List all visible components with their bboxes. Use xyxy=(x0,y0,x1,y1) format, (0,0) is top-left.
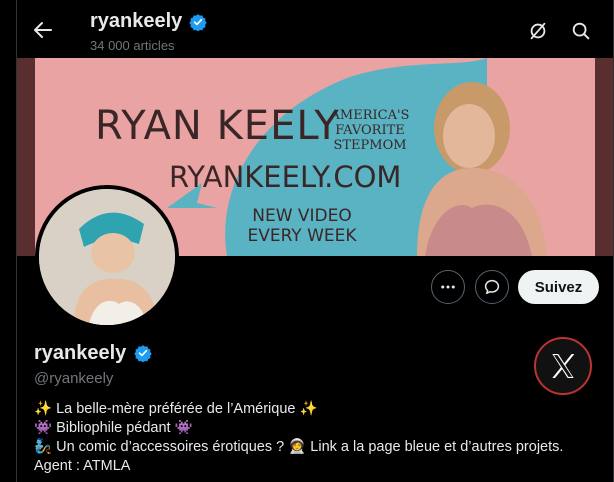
bio-agent: Agent : ATMLA xyxy=(34,458,131,474)
message-button[interactable] xyxy=(475,270,509,304)
profile-page: ryankeely 34 000 articles RYAN KEELY AME… xyxy=(16,0,614,482)
banner-promo: NEW VIDEO EVERY WEEK xyxy=(247,206,357,246)
profile-header: ryankeely 34 000 articles xyxy=(17,0,613,58)
back-arrow-icon[interactable] xyxy=(31,18,55,42)
profile-bio: ✨ La belle-mère préférée de l’Amérique ✨… xyxy=(34,400,609,476)
bio-text: Un comic d’accessoires érotiques ? xyxy=(52,439,289,455)
bio-text: La belle-mère préférée de l’Amérique xyxy=(52,401,300,417)
bio-line: Agent : ATMLA xyxy=(34,457,609,476)
avatar-image xyxy=(39,189,175,325)
x-logo-icon xyxy=(534,337,592,395)
sparkles-icon: ✨ xyxy=(34,401,53,417)
banner-tagline: AMERICA'S FAVORITE STEPMOM xyxy=(330,108,410,153)
article-count: 34 000 articles xyxy=(90,38,175,53)
banner-url: RYANKEELY.COM xyxy=(169,160,402,194)
astronaut-icon: 🧑‍🚀 xyxy=(288,439,307,455)
sparkles-icon: ✨ xyxy=(299,401,318,417)
grok-icon[interactable] xyxy=(527,20,549,42)
display-name: ryankeely xyxy=(34,342,127,364)
verified-badge-icon xyxy=(134,345,152,362)
more-button[interactable] xyxy=(431,270,465,304)
bio-line: 👾 Bibliophile pédant 👾 xyxy=(34,419,609,438)
message-bubble-icon xyxy=(484,279,500,295)
verified-badge-icon xyxy=(189,14,207,31)
genie-icon: 🧞 xyxy=(34,439,53,455)
bio-line: 🧞 Un comic d’accessoires érotiques ? 🧑‍🚀… xyxy=(34,438,609,457)
bio-text: Link a la page bleue et d’autres projets… xyxy=(306,439,564,455)
header-username: ryankeely xyxy=(90,10,183,32)
alien-monster-icon: 👾 xyxy=(34,420,53,436)
handle: @ryankeely xyxy=(34,370,114,387)
bio-line: ✨ La belle-mère préférée de l’Amérique ✨ xyxy=(34,400,609,419)
more-dots-icon xyxy=(441,285,455,289)
follow-button[interactable]: Suivez xyxy=(518,270,599,304)
banner-title: RYAN KEELY xyxy=(95,103,340,149)
profile-avatar[interactable] xyxy=(35,185,179,329)
alien-monster-icon: 👾 xyxy=(174,420,193,436)
bio-text: Bibliophile pédant xyxy=(52,420,175,436)
search-icon[interactable] xyxy=(570,20,592,42)
